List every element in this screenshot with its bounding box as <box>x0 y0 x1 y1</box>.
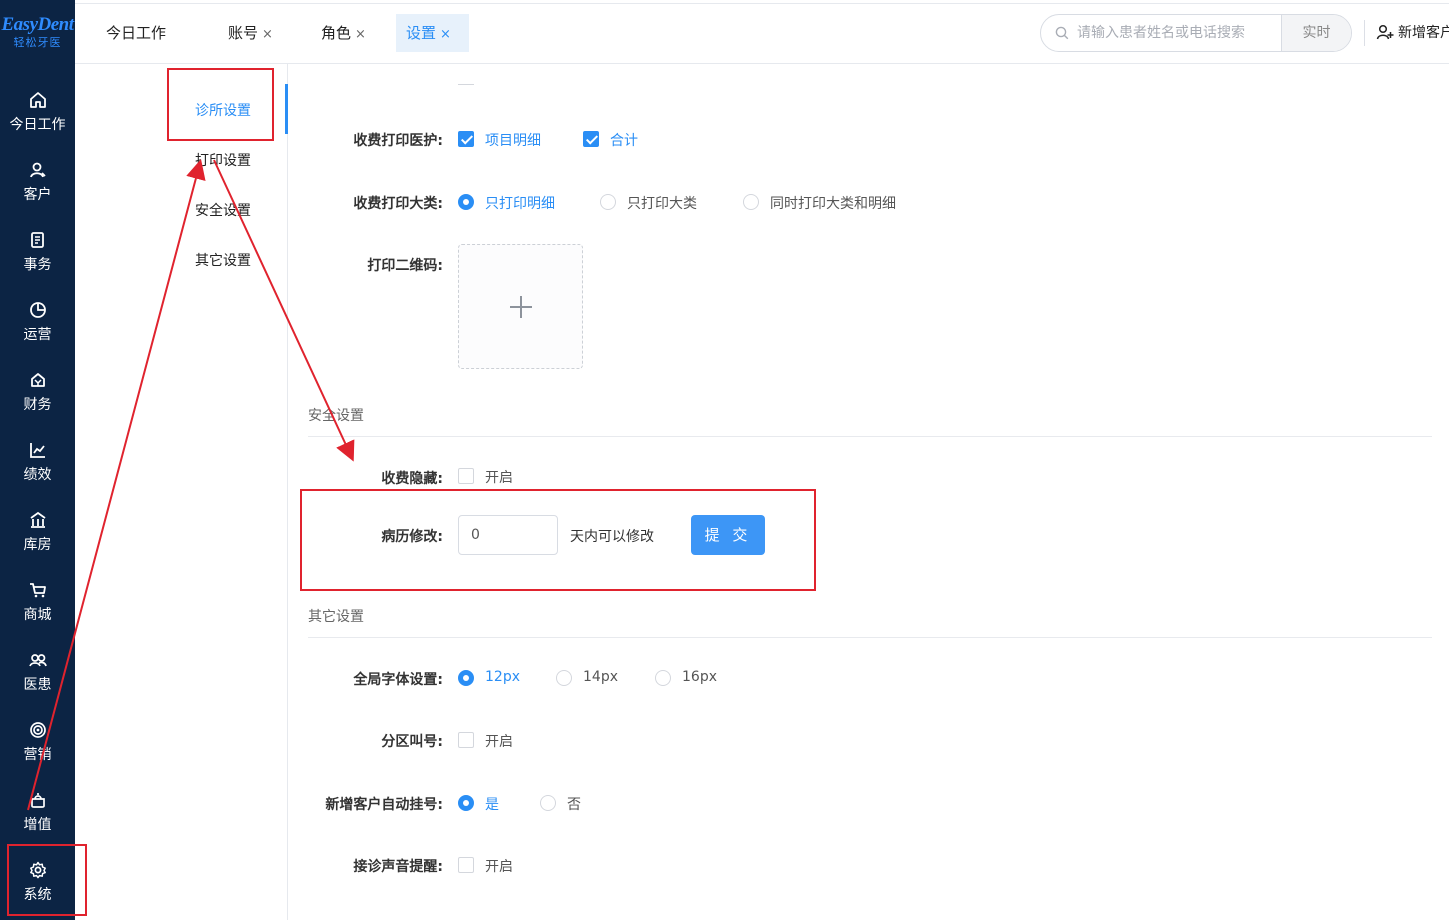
annotation-arrows <box>27 159 355 811</box>
annotation-arrow-up <box>27 159 206 811</box>
annotation-arrow-down <box>213 159 355 462</box>
